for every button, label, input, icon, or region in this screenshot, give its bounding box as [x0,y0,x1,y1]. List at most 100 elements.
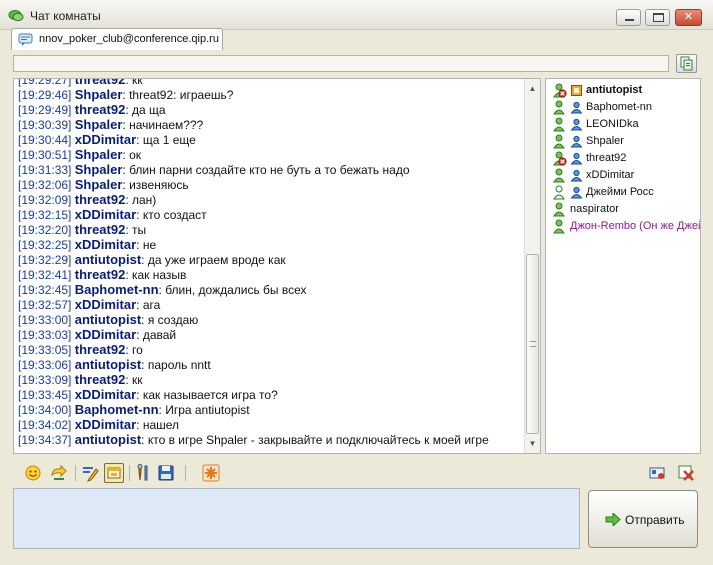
copy-topic-button[interactable] [676,54,697,73]
message-row: [19:33:09] threat92: кк [18,372,523,387]
user-status-online-icon [552,219,567,234]
message-nick[interactable]: threat92 [75,79,126,87]
message-nick[interactable]: antiutopist [75,432,141,447]
send-button[interactable]: Отправить [588,490,698,548]
user-item[interactable]: xDDimitar [550,167,700,184]
message-nick[interactable]: xDDimitar [75,237,136,252]
user-status-online-icon [552,168,567,183]
message-nick[interactable]: xDDimitar [75,207,136,222]
message-nick[interactable]: antiutopist [75,357,141,372]
message-nick[interactable]: Baphomet-nn [75,402,159,417]
user-name: LEONIDka [586,118,639,130]
message-nick[interactable]: Shpaler [75,87,123,102]
smiley-button[interactable] [23,463,43,483]
message-nick[interactable]: threat92 [75,267,126,282]
message-nick[interactable]: antiutopist [75,312,141,327]
message-time: [19:33:00] [18,313,72,327]
user-name: Джон-Rembo (Он же Джей [570,220,701,232]
maximize-button[interactable] [645,9,670,26]
message-row: [19:32:25] xDDimitar: не [18,237,523,252]
user-item[interactable]: threat92 [550,150,700,167]
chat-bubbles-icon [8,10,24,22]
topic-field[interactable] [13,55,669,72]
message-time: [19:32:25] [18,238,72,252]
save-icon [158,465,174,481]
tools-button[interactable] [133,463,153,483]
message-sep: : [141,358,148,372]
user-item[interactable]: antiutopist [550,82,700,99]
special-button[interactable] [201,463,221,483]
message-text: кк [131,373,143,387]
message-nick[interactable]: xDDimitar [75,132,136,147]
format-button[interactable] [80,463,100,483]
message-row: [19:33:06] antiutopist: пароль nntt [18,357,523,372]
message-input[interactable] [13,488,580,549]
message-time: [19:30:39] [18,118,72,132]
user-item[interactable]: naspirator [550,201,700,218]
forward-button[interactable] [49,463,69,483]
save-history-button[interactable] [156,463,176,483]
exit-room-button[interactable] [676,463,696,483]
message-nick[interactable]: threat92 [75,342,126,357]
window-mode-button[interactable] [104,463,124,483]
close-button[interactable]: ✕ [675,9,702,26]
message-nick[interactable]: threat92 [75,192,126,207]
scroll-up-icon[interactable]: ▲ [525,81,540,96]
message-text: го [131,343,143,357]
message-nick[interactable]: Shpaler [75,117,123,132]
message-nick[interactable]: Shpaler [75,147,123,162]
message-time: [19:32:41] [18,268,72,282]
message-nick[interactable]: xDDimitar [75,417,136,432]
message-nick[interactable]: antiutopist [75,252,141,267]
scroll-down-icon[interactable]: ▼ [525,436,540,451]
message-time: [19:32:15] [18,208,72,222]
message-nick[interactable]: threat92 [75,372,126,387]
message-row: [19:32:20] threat92: ты [18,222,523,237]
message-sep: : [136,418,143,432]
message-scrollbar[interactable]: ▲ ▼ [524,79,540,453]
message-log[interactable]: [19:29:27] threat92: кк [19:29:46] Shpale… [13,78,541,454]
user-item[interactable]: Джейми Росс [550,184,700,201]
toolbar-separator [129,465,130,481]
message-text: да уже играем вроде как [147,253,286,267]
user-role-moderator-icon [570,118,583,131]
user-item[interactable]: Shpaler [550,133,700,150]
message-nick[interactable]: xDDimitar [75,387,136,402]
tab-room[interactable]: nnov_poker_club@conference.qip.ru [11,28,223,50]
message-nick[interactable]: xDDimitar [75,297,136,312]
message-sep: : [136,388,143,402]
message-nick[interactable]: threat92 [75,102,126,117]
message-nick[interactable]: xDDimitar [75,327,136,342]
user-item[interactable]: Джон-Rembo (Он же Джей [550,218,700,235]
user-item[interactable]: LEONIDka [550,116,700,133]
message-time: [19:30:44] [18,133,72,147]
message-sep: : [136,298,143,312]
message-nick[interactable]: threat92 [75,222,126,237]
conference-icon [18,33,33,46]
message-time: [19:33:09] [18,373,72,387]
minimize-button[interactable] [616,9,641,26]
message-sep: : [136,208,143,222]
exit-room-icon [678,465,694,481]
user-list[interactable]: antiutopist Baphomet-nn LEONIDka Shpaler thr… [545,78,701,454]
message-sep: : [125,78,132,87]
message-nick[interactable]: Baphomet-nn [75,282,159,297]
message-row: [19:32:57] xDDimitar: ага [18,297,523,312]
message-text: извеняюсь [129,178,189,192]
message-sep: : [125,193,132,207]
message-time: [19:34:37] [18,433,72,447]
message-text: лан) [131,193,157,207]
card-button[interactable] [647,463,667,483]
user-item[interactable]: Baphomet-nn [550,99,700,116]
message-time: [19:29:46] [18,88,72,102]
message-nick[interactable]: Shpaler [75,162,123,177]
message-row: [19:33:05] threat92: го [18,342,523,357]
message-time: [19:32:20] [18,223,72,237]
message-row: [19:33:00] antiutopist: я создаю [18,312,523,327]
message-text: ага [142,298,161,312]
user-status-online-icon [552,100,567,115]
user-role-owner-icon [570,84,583,97]
message-nick[interactable]: Shpaler [75,177,123,192]
user-role-moderator-icon [570,186,583,199]
scroll-thumb[interactable] [526,254,539,434]
